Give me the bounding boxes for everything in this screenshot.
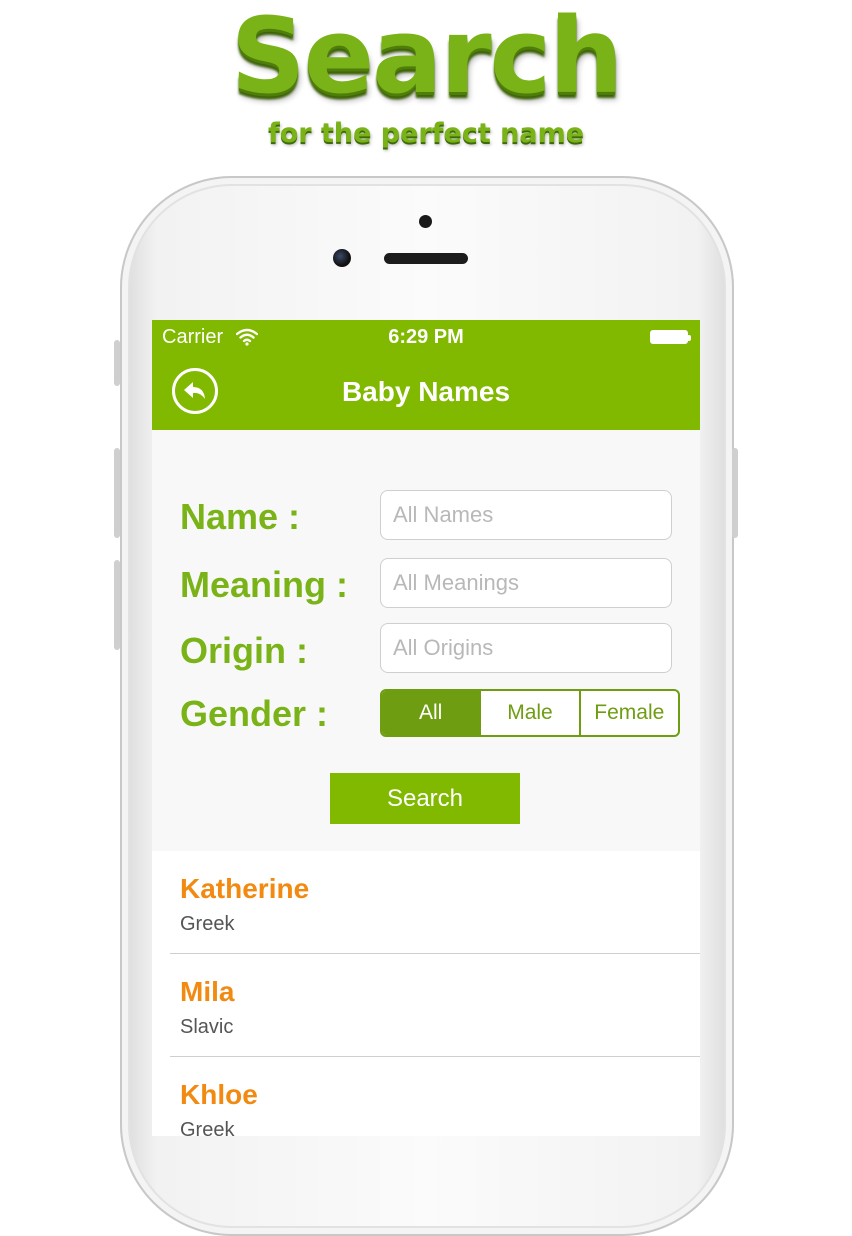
status-bar: Carrier 6:29 PM [152,320,700,354]
gender-label: Gender : [180,693,329,734]
origin-input[interactable] [380,623,672,673]
navigation-bar: Baby Names [152,354,700,430]
list-item[interactable]: Katherine Greek [170,851,700,954]
promo-title: Search [230,0,624,117]
name-input[interactable] [380,490,672,540]
result-origin: Slavic [180,1016,234,1038]
nav-title: Baby Names [341,376,511,407]
status-time: 6:29 PM [388,326,464,348]
app-screen: Carrier 6:29 PM Baby Names Name : Meanin… [152,320,700,1136]
meaning-label: Meaning : [180,564,348,605]
front-camera [333,249,351,267]
gender-option-all[interactable]: All [382,691,482,735]
result-name: Mila [180,976,235,1007]
list-item[interactable]: Khloe Greek [170,1057,700,1136]
silent-switch [114,340,120,386]
power-button [732,448,738,538]
search-button[interactable]: Search [330,773,520,824]
result-origin: Greek [180,913,235,935]
battery-icon [650,330,691,344]
origin-label: Origin : [180,630,308,671]
name-label: Name : [180,496,301,537]
list-item[interactable]: Mila Slavic [170,954,700,1057]
meaning-input[interactable] [380,558,672,608]
earpiece-speaker [384,253,468,264]
result-origin: Greek [180,1119,235,1136]
result-name: Katherine [180,873,310,904]
gender-segmented-control: All Male Female [380,689,680,737]
gender-option-male[interactable]: Male [481,691,581,735]
volume-up-button [114,448,120,538]
results-list: Katherine Greek Mila Slavic Khloe Greek [152,851,700,1136]
result-name: Khloe [180,1079,258,1110]
volume-down-button [114,560,120,650]
promo-subtitle: for the perfect name [267,118,585,149]
gender-option-female[interactable]: Female [581,691,678,735]
proximity-sensor [419,215,432,228]
